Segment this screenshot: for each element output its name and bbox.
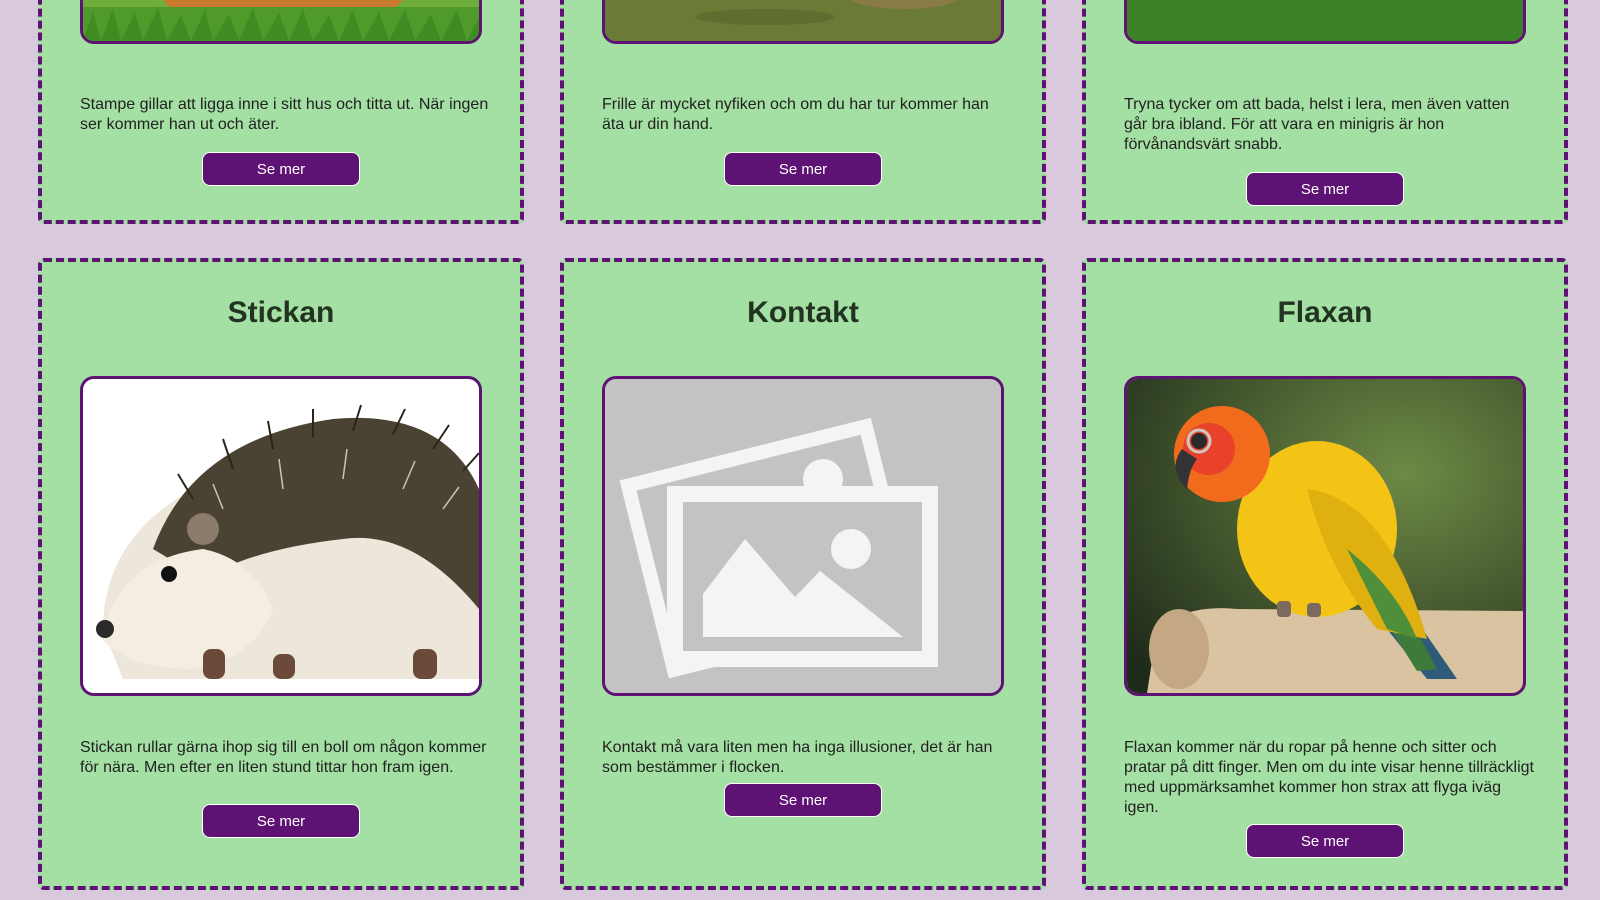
card-title: Kontakt	[747, 296, 859, 329]
parrot-photo	[1124, 376, 1526, 696]
see-more-button[interactable]: Se mer	[1246, 172, 1404, 206]
card-title: Stickan	[227, 296, 335, 329]
animal-card-grid: Stampe gillar att ligga inne i sitt hus …	[0, 0, 1600, 900]
see-more-button[interactable]: Se mer	[1246, 824, 1404, 858]
animal-card-flaxan: Flaxan Flaxan kommer när du ropar på hen…	[1082, 258, 1568, 890]
card-description: Stampe gillar att ligga inne i sitt hus …	[80, 96, 489, 133]
animal-on-ground-photo	[602, 0, 1004, 44]
see-more-button[interactable]: Se mer	[202, 804, 360, 838]
see-more-button[interactable]: Se mer	[724, 152, 882, 186]
see-more-button[interactable]: Se mer	[202, 152, 360, 186]
image-placeholder-icon	[602, 376, 1004, 696]
card-description: Flaxan kommer när du ropar på henne och …	[1124, 739, 1534, 816]
animal-card-stampe: Stampe gillar att ligga inne i sitt hus …	[38, 0, 524, 224]
card-title: Flaxan	[1277, 296, 1373, 329]
animal-card-frille: Frille är mycket nyfiken och om du har t…	[560, 0, 1046, 224]
guinea-pig-photo	[80, 0, 482, 44]
card-description: Tryna tycker om att bada, helst i lera, …	[1124, 96, 1510, 153]
animal-card-tryna: Tryna tycker om att bada, helst i lera, …	[1082, 0, 1568, 224]
see-more-button[interactable]: Se mer	[724, 783, 882, 817]
card-description: Frille är mycket nyfiken och om du har t…	[602, 96, 989, 133]
minipig-photo	[1124, 0, 1526, 44]
animal-card-stickan: Stickan Stickan rullar gärna ihop sig ti…	[38, 258, 524, 890]
hedgehog-photo	[80, 376, 482, 696]
card-description: Kontakt må vara liten men ha inga illusi…	[602, 739, 993, 776]
animal-card-kontakt: Kontakt Kontakt må vara liten men ha ing…	[560, 258, 1046, 890]
card-description: Stickan rullar gärna ihop sig till en bo…	[80, 739, 487, 776]
